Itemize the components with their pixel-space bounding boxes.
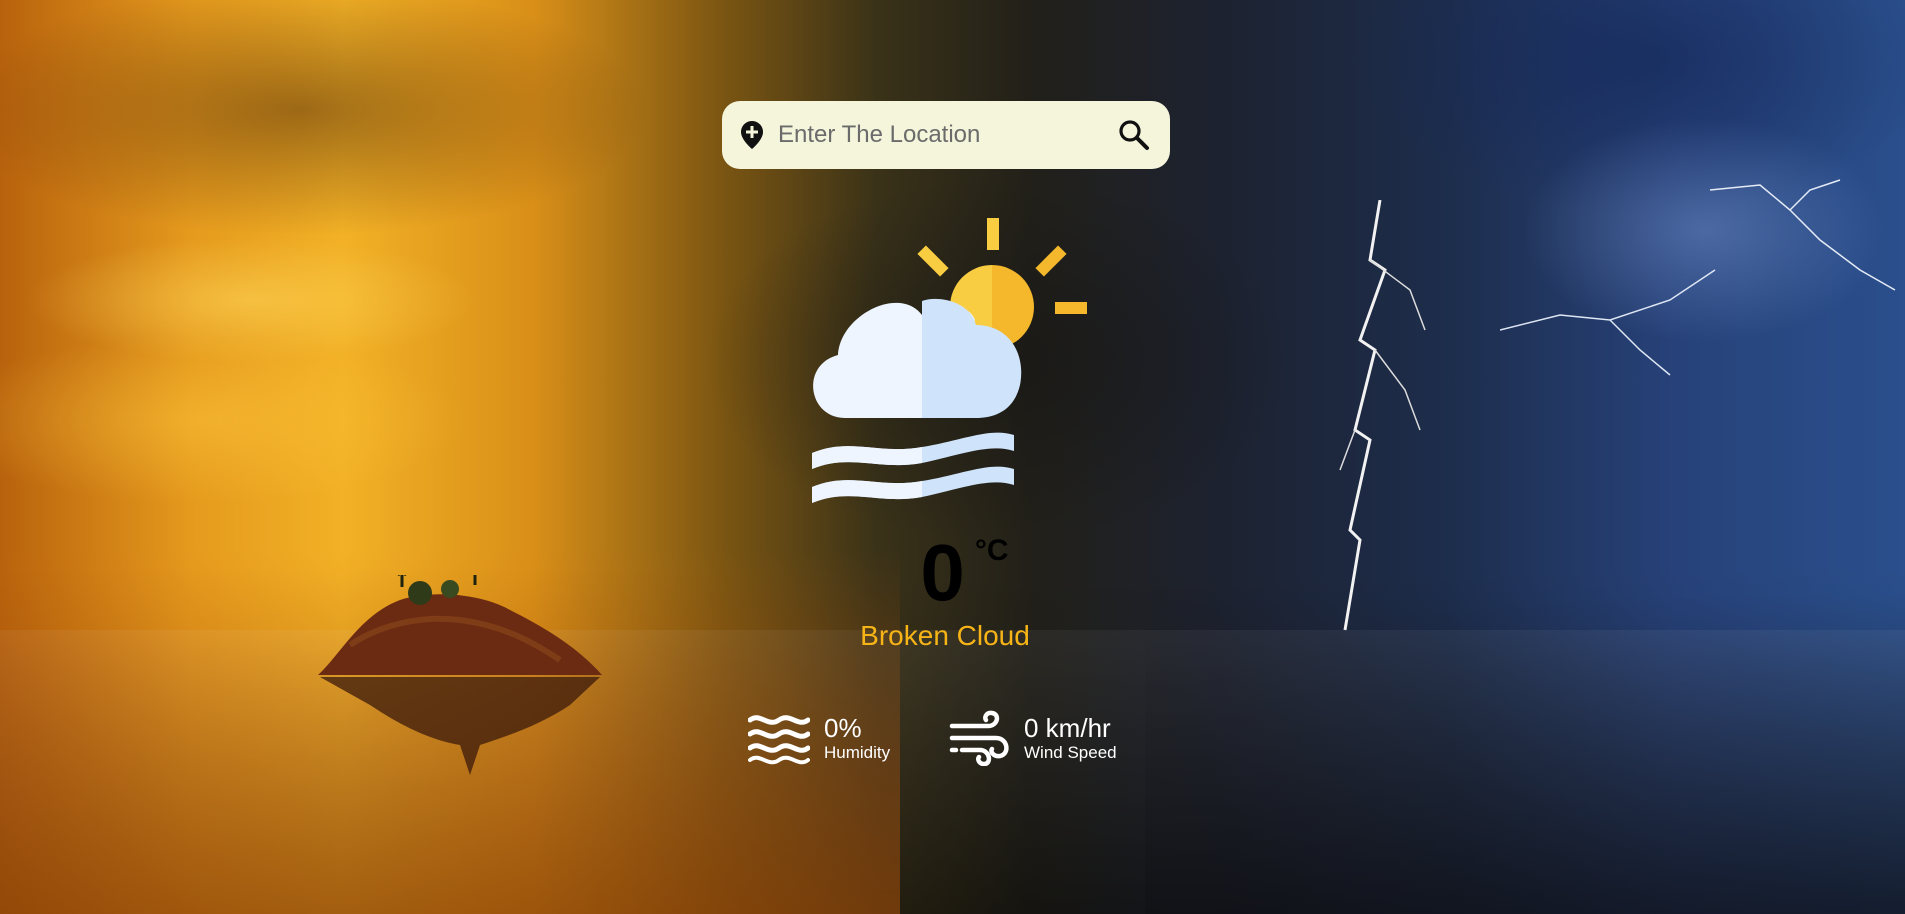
search-icon xyxy=(1119,120,1149,150)
location-search-input[interactable] xyxy=(776,114,1114,156)
lightning-branch xyxy=(1709,179,1896,291)
humidity-value: 0% xyxy=(824,713,862,743)
humidity-stat: 0% Humidity xyxy=(748,710,890,766)
weather-condition-icon xyxy=(812,218,1087,503)
humidity-waves-icon xyxy=(748,715,810,765)
weather-details: 0% Humidity 0 km/hr Wind Speed xyxy=(748,710,1148,770)
wind-stat: 0 km/hr Wind Speed xyxy=(948,710,1117,766)
sea xyxy=(0,630,1905,914)
wind-speed-label: Wind Speed xyxy=(1024,743,1117,762)
wind-speed-value: 0 km/hr xyxy=(1024,713,1111,743)
app-background: 0 °C Broken Cloud 0% Humidity 0 xyxy=(0,0,1905,914)
wind-icon xyxy=(949,710,1009,766)
temperature-display: 0 °C xyxy=(0,528,1905,618)
humidity-text: 0% Humidity xyxy=(824,713,890,763)
search-bar xyxy=(722,101,1170,169)
wind-text: 0 km/hr Wind Speed xyxy=(1024,713,1117,763)
temperature-value: 0 xyxy=(920,528,965,617)
lightning-branch xyxy=(1500,269,1716,376)
search-button[interactable] xyxy=(1114,115,1154,155)
temperature-unit: °C xyxy=(974,534,1009,567)
weather-description: Broken Cloud xyxy=(860,620,1030,651)
location-pin-icon xyxy=(738,121,766,149)
humidity-label: Humidity xyxy=(824,743,891,762)
